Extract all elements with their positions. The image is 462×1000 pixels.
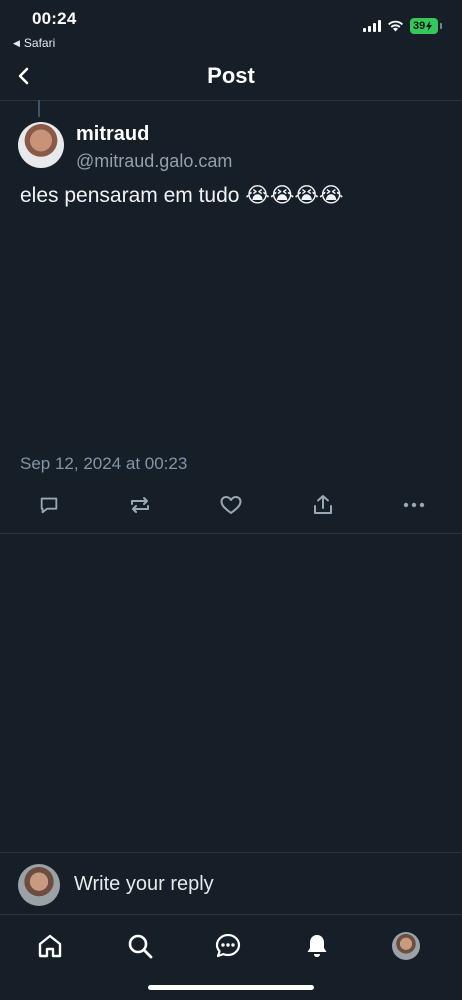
more-icon bbox=[403, 502, 425, 508]
home-indicator bbox=[148, 985, 314, 990]
tab-notifications[interactable] bbox=[299, 928, 335, 964]
battery-indicator: 39 bbox=[410, 18, 438, 34]
back-triangle-icon: ◀ bbox=[13, 37, 20, 48]
like-icon bbox=[220, 496, 242, 514]
page-title: Post bbox=[207, 63, 255, 88]
share-icon bbox=[314, 495, 332, 514]
post-divider bbox=[0, 533, 462, 534]
author-handle[interactable]: @mitraud.galo.cam bbox=[76, 151, 232, 172]
like-button[interactable] bbox=[214, 488, 248, 522]
thread-connector bbox=[38, 100, 40, 117]
reply-composer[interactable]: Write your reply bbox=[0, 852, 462, 915]
home-icon bbox=[38, 934, 62, 958]
post-timestamp: Sep 12, 2024 at 00:23 bbox=[20, 454, 188, 473]
cellular-signal-icon bbox=[363, 20, 381, 32]
search-icon bbox=[128, 934, 153, 959]
repost-button[interactable] bbox=[123, 488, 157, 522]
tab-profile[interactable] bbox=[388, 928, 424, 964]
tab-search[interactable] bbox=[122, 928, 158, 964]
back-app-label: Safari bbox=[23, 36, 56, 50]
post-header: Post bbox=[0, 52, 462, 101]
back-to-app[interactable]: ◀ Safari bbox=[13, 36, 55, 50]
status-icons: 39 bbox=[363, 18, 442, 34]
current-user-avatar bbox=[18, 864, 60, 906]
chat-icon bbox=[215, 933, 241, 958]
post-actions bbox=[0, 488, 462, 522]
reply-button[interactable] bbox=[32, 488, 66, 522]
status-time: 00:24 bbox=[32, 9, 77, 28]
charging-bolt-icon bbox=[426, 21, 433, 31]
author-display-name[interactable]: mitraud bbox=[76, 123, 149, 146]
tab-home[interactable] bbox=[32, 928, 68, 964]
author-avatar[interactable] bbox=[18, 122, 64, 168]
battery-cap bbox=[440, 23, 442, 29]
profile-avatar bbox=[392, 932, 420, 960]
more-options-button[interactable] bbox=[397, 488, 431, 522]
battery-level: 39 bbox=[413, 20, 426, 32]
reply-input-placeholder[interactable]: Write your reply bbox=[74, 873, 214, 896]
share-button[interactable] bbox=[306, 488, 340, 522]
wifi-icon bbox=[387, 20, 404, 32]
post-text: eles pensaram em tudo 😭😭😭😭 bbox=[20, 184, 344, 207]
tab-chat[interactable] bbox=[210, 928, 246, 964]
repost-icon bbox=[131, 497, 149, 513]
notifications-icon bbox=[307, 935, 327, 957]
reply-icon bbox=[40, 497, 58, 514]
